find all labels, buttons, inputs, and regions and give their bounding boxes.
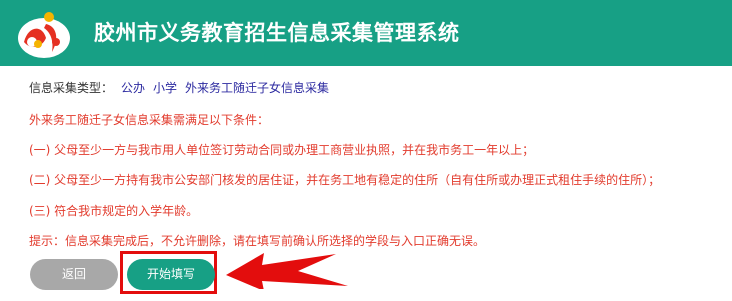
conditions-intro: 外来务工随迁子女信息采集需满足以下条件：: [29, 113, 270, 127]
app-header: 胶州市义务教育招生信息采集管理系统: [0, 0, 732, 66]
start-filling-button[interactable]: 开始填写: [127, 259, 215, 290]
red-arrow-icon: [226, 253, 348, 289]
collection-type-school: 公办: [121, 81, 146, 95]
condition-item-3: (三) 符合我市规定的入学年龄。: [29, 204, 199, 218]
condition-item-1: (一) 父母至少一方与我市用人单位签订劳动合同或办理工商营业执照，并在我市务工一…: [29, 143, 535, 157]
school-emblem-icon: [18, 12, 70, 58]
collection-type-category: 外来务工随迁子女信息采集: [185, 81, 330, 95]
collection-type-level: 小学: [153, 81, 178, 95]
collection-type-row: 信息采集类型： 公办 小学 外来务工随迁子女信息采集: [29, 80, 329, 96]
app-title: 胶州市义务教育招生信息采集管理系统: [94, 21, 460, 45]
condition-item-2: (二) 父母至少一方持有我市公安部门核发的居住证，并在务工地有稳定的住所（自有住…: [29, 173, 661, 187]
collection-type-label: 信息采集类型：: [29, 81, 114, 95]
back-button[interactable]: 返回: [30, 259, 118, 290]
